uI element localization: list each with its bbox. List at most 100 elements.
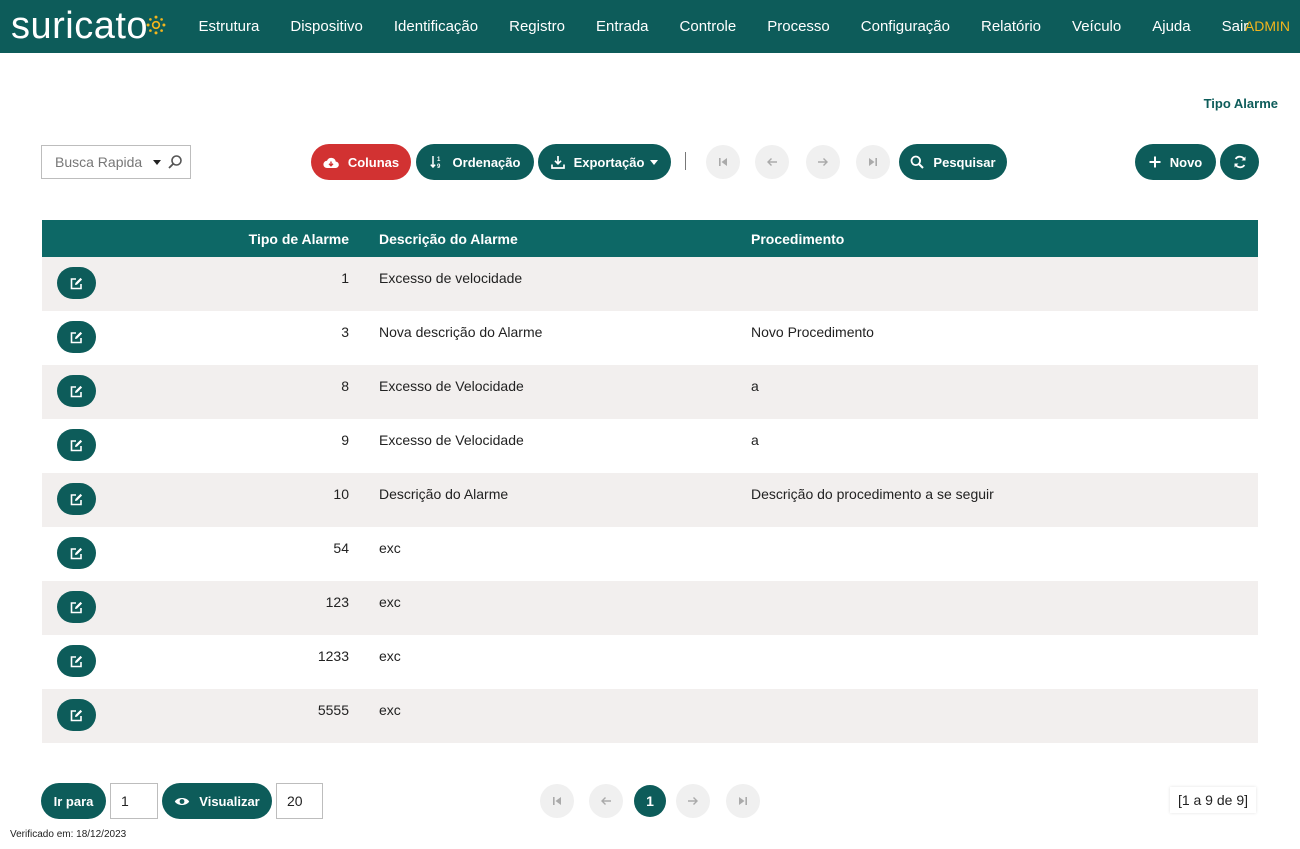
menu-veiculo[interactable]: Veículo bbox=[1057, 18, 1137, 35]
download-icon bbox=[550, 156, 565, 169]
table-header: Tipo de Alarme Descrição do Alarme Proce… bbox=[42, 220, 1258, 257]
columns-button[interactable]: Colunas bbox=[311, 144, 411, 180]
table-row: 1233 exc bbox=[42, 635, 1258, 689]
search-label: Pesquisar bbox=[933, 154, 996, 170]
edit-icon bbox=[70, 601, 83, 613]
table-row: 9 Excesso de Velocidade a bbox=[42, 419, 1258, 473]
header-alarm-type[interactable]: Tipo de Alarme bbox=[249, 231, 349, 247]
verified-date: Verificado em: 18/12/2023 bbox=[10, 829, 127, 840]
table-row: 8 Excesso de Velocidade a bbox=[42, 365, 1258, 419]
table-row: 54 exc bbox=[42, 527, 1258, 581]
last-page-button[interactable] bbox=[856, 145, 890, 179]
edit-button[interactable] bbox=[57, 483, 96, 515]
edit-icon bbox=[70, 277, 83, 289]
arrow-right-icon bbox=[688, 797, 698, 805]
edit-button[interactable] bbox=[57, 429, 96, 461]
table-row: 5555 exc bbox=[42, 689, 1258, 743]
footer-last-page-button[interactable] bbox=[726, 784, 760, 818]
table-row: 10 Descrição do Alarme Descrição do proced… bbox=[42, 473, 1258, 527]
menu-configuracao[interactable]: Configuração bbox=[845, 18, 965, 35]
edit-icon bbox=[70, 439, 83, 451]
cell-alarm-type: 8 bbox=[341, 378, 349, 394]
svg-text:1: 1 bbox=[437, 157, 441, 163]
plus-icon bbox=[1149, 156, 1161, 168]
edit-button[interactable] bbox=[57, 591, 96, 623]
footer-previous-page-button[interactable] bbox=[589, 784, 623, 818]
menu-registro[interactable]: Registro bbox=[494, 18, 581, 35]
cell-procedure: Novo Procedimento bbox=[751, 324, 874, 340]
record-range: [1 a 9 de 9] bbox=[1169, 787, 1256, 813]
cell-procedure: a bbox=[751, 432, 759, 448]
view-button[interactable]: Visualizar bbox=[162, 783, 272, 819]
cell-procedure: a bbox=[751, 378, 759, 394]
caret-down-icon[interactable] bbox=[153, 159, 161, 165]
page-size-input[interactable] bbox=[276, 783, 323, 819]
refresh-button[interactable] bbox=[1220, 144, 1259, 180]
table-row: 3 Nova descrição do Alarme Novo Procedimen… bbox=[42, 311, 1258, 365]
cell-alarm-type: 1 bbox=[341, 270, 349, 286]
edit-button[interactable] bbox=[57, 375, 96, 407]
menu-entrada[interactable]: Entrada bbox=[580, 18, 664, 35]
columns-label: Colunas bbox=[347, 154, 400, 170]
cell-alarm-type: 1233 bbox=[317, 648, 349, 664]
table-row: 123 exc bbox=[42, 581, 1258, 635]
first-page-button[interactable] bbox=[706, 145, 740, 179]
previous-page-button[interactable] bbox=[755, 145, 789, 179]
alarm-type-table: Tipo de Alarme Descrição do Alarme Proce… bbox=[42, 220, 1258, 743]
search-icon bbox=[911, 155, 925, 169]
arrow-left-icon bbox=[767, 158, 777, 166]
logo[interactable]: suricato bbox=[11, 4, 166, 48]
cell-alarm-description: Excesso de velocidade bbox=[379, 270, 523, 286]
edit-icon bbox=[70, 331, 83, 343]
cell-alarm-type: 123 bbox=[325, 594, 349, 610]
cell-alarm-type: 54 bbox=[333, 540, 349, 556]
eye-icon bbox=[175, 797, 190, 805]
skip-first-icon bbox=[719, 158, 727, 166]
table-row: 1 Excesso de velocidade bbox=[42, 257, 1258, 311]
export-button[interactable]: Exportação bbox=[538, 144, 671, 180]
export-label: Exportação bbox=[573, 154, 645, 170]
edit-button[interactable] bbox=[57, 645, 96, 677]
cell-alarm-description: Nova descrição do Alarme bbox=[379, 324, 543, 340]
goto-page-input[interactable] bbox=[110, 783, 158, 819]
search-icon[interactable] bbox=[167, 154, 183, 170]
svg-text:9: 9 bbox=[437, 164, 441, 169]
new-button[interactable]: Novo bbox=[1135, 144, 1216, 180]
menu-ajuda[interactable]: Ajuda bbox=[1137, 18, 1206, 35]
cell-alarm-description: Excesso de Velocidade bbox=[379, 432, 524, 448]
cell-alarm-type: 9 bbox=[341, 432, 349, 448]
footer-first-page-button[interactable] bbox=[540, 784, 574, 818]
header-alarm-description[interactable]: Descrição do Alarme bbox=[379, 231, 518, 247]
sort-numeric-icon: 1 9 bbox=[429, 156, 441, 169]
main-menu: Estrutura Dispositivo Identificação Regi… bbox=[183, 0, 1264, 53]
goto-label: Ir para bbox=[53, 793, 94, 809]
menu-processo[interactable]: Processo bbox=[752, 18, 846, 35]
caret-down-icon bbox=[650, 159, 659, 165]
edit-button[interactable] bbox=[57, 321, 96, 353]
menu-controle[interactable]: Controle bbox=[664, 18, 752, 35]
menu-identificacao[interactable]: Identificação bbox=[378, 18, 493, 35]
next-page-button[interactable] bbox=[806, 145, 840, 179]
ordering-button[interactable]: 1 9 Ordenação bbox=[416, 144, 534, 180]
header-procedure[interactable]: Procedimento bbox=[751, 231, 844, 247]
current-page-button[interactable]: 1 bbox=[634, 785, 666, 817]
menu-relatorio[interactable]: Relatório bbox=[966, 18, 1057, 35]
quick-search-input[interactable] bbox=[53, 153, 147, 171]
edit-button[interactable] bbox=[57, 699, 96, 731]
view-label: Visualizar bbox=[199, 793, 260, 809]
skip-first-icon bbox=[553, 797, 561, 805]
menu-dispositivo[interactable]: Dispositivo bbox=[275, 18, 379, 35]
quick-search bbox=[41, 145, 191, 179]
user-name[interactable]: ADMIN bbox=[1245, 18, 1290, 34]
search-button[interactable]: Pesquisar bbox=[899, 144, 1007, 180]
refresh-icon bbox=[1234, 155, 1245, 169]
cell-alarm-description: exc bbox=[379, 702, 401, 718]
cell-alarm-type: 5555 bbox=[317, 702, 349, 718]
toolbar-divider bbox=[685, 152, 686, 170]
edit-button[interactable] bbox=[57, 267, 96, 299]
edit-button[interactable] bbox=[57, 537, 96, 569]
footer-next-page-button[interactable] bbox=[676, 784, 710, 818]
menu-estrutura[interactable]: Estrutura bbox=[183, 18, 275, 35]
goto-button[interactable]: Ir para bbox=[41, 783, 106, 819]
edit-icon bbox=[70, 655, 83, 667]
